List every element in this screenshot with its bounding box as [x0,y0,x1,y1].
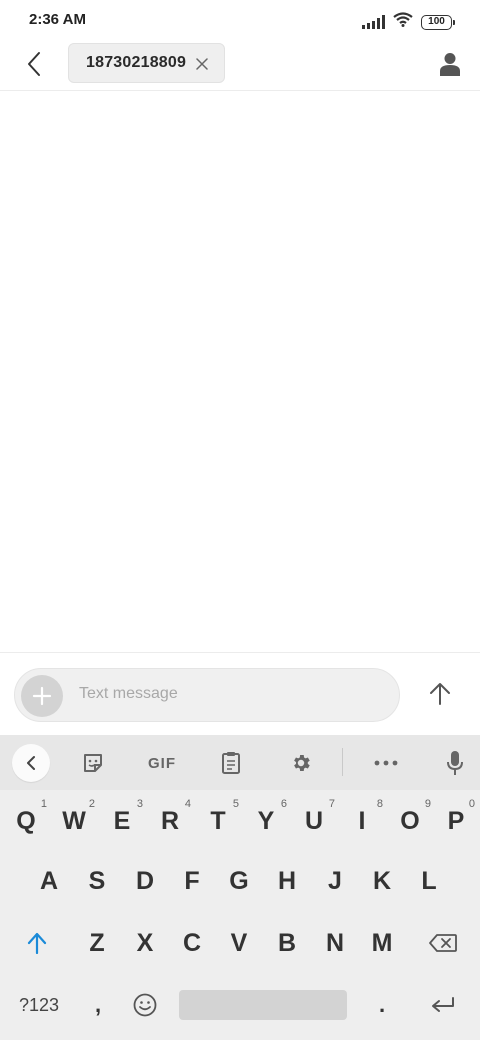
key-hint: 5 [232,798,239,810]
key-label: W [62,806,86,835]
key-u[interactable]: U7 [290,793,338,849]
clipboard-icon [222,752,240,774]
conversation-header: 18730218809 [0,40,480,91]
remove-recipient-button[interactable] [194,56,210,72]
status-bar: 2:36 AM 100 [0,0,480,40]
key-hint: 8 [376,798,383,810]
enter-key[interactable] [418,977,468,1033]
comma-key[interactable]: , [74,977,122,1033]
signal-icon [362,15,385,29]
person-icon [440,53,460,76]
recipient-number: 18730218809 [86,54,187,71]
enter-arrow-icon [432,997,454,1012]
key-label: T [210,806,226,835]
key-label: I [358,806,366,835]
sticker-button[interactable] [73,743,113,783]
key-m[interactable]: M [358,915,406,971]
message-thread [0,91,480,652]
key-q[interactable]: Q1 [2,793,50,849]
contact-button[interactable] [434,48,466,80]
key-label: P [447,806,465,835]
collapse-toolbar-button[interactable] [12,744,50,782]
more-horizontal-icon [374,760,398,766]
key-label: E [113,806,131,835]
battery-icon: 100 [421,14,455,30]
key-x[interactable]: X [121,915,169,971]
key-label: Q [16,806,36,835]
key-label: U [304,806,324,835]
status-icons: 100 [362,12,455,32]
key-f[interactable]: F [168,853,216,909]
key-d[interactable]: D [121,853,169,909]
period-key[interactable]: . [358,977,406,1033]
key-p[interactable]: P0 [434,793,478,849]
key-hint: 7 [328,798,335,810]
key-s[interactable]: S [73,853,121,909]
key-hint: 0 [468,798,475,810]
key-hint: 9 [424,798,431,810]
key-w[interactable]: W2 [50,793,98,849]
compose-field [14,668,400,722]
backspace-key[interactable] [418,915,468,971]
compose-bar [0,652,480,735]
keyboard-toolbar: GIF [0,735,480,790]
key-o[interactable]: O9 [386,793,434,849]
sticker-icon [84,754,102,772]
key-h[interactable]: H [263,853,311,909]
voice-input-button[interactable] [435,743,475,783]
key-l[interactable]: L [405,853,453,909]
key-hint: 6 [280,798,287,810]
key-t[interactable]: T5 [194,793,242,849]
key-hint: 1 [40,798,47,810]
keyboard: GIF Q1 W2 E 3 R 4 T 5 Y 6 U 7 I 8 O 9 P … [0,735,480,1040]
chevron-left-icon [28,52,40,76]
key-hint: 4 [184,798,191,810]
key-j[interactable]: J [311,853,359,909]
shift-key[interactable] [12,915,62,971]
add-attachment-button[interactable] [21,675,63,717]
gear-icon [294,755,310,771]
more-options-button[interactable] [366,743,406,783]
key-c[interactable]: C [168,915,216,971]
send-button[interactable] [424,678,456,710]
symbols-key[interactable]: ?123 [10,977,68,1033]
arrow-up-icon [430,683,450,705]
gif-button[interactable]: GIF [140,743,184,783]
toolbar-divider [342,748,343,776]
plus-icon [32,686,52,706]
key-n[interactable]: N [311,915,359,971]
key-e[interactable]: E3 [98,793,146,849]
close-icon [196,58,208,70]
key-k[interactable]: K [358,853,406,909]
chevron-left-icon [27,756,35,770]
back-button[interactable] [18,48,50,80]
settings-button[interactable] [281,743,321,783]
space-key[interactable] [179,990,347,1020]
key-a[interactable]: A [25,853,73,909]
wifi-icon [393,12,413,32]
key-z[interactable]: Z [73,915,121,971]
message-input[interactable] [79,685,379,703]
backspace-icon [429,934,457,952]
key-b[interactable]: B [263,915,311,971]
key-hint: 2 [88,798,95,810]
key-v[interactable]: V [215,915,263,971]
key-hint: 3 [136,798,143,810]
key-label: Y [257,806,275,835]
status-time: 2:36 AM [29,11,86,28]
recipient-chip[interactable]: 18730218809 [68,43,225,83]
key-g[interactable]: G [215,853,263,909]
microphone-icon [447,751,463,775]
key-label: O [400,806,420,835]
key-r[interactable]: R4 [146,793,194,849]
key-y[interactable]: Y6 [242,793,290,849]
emoji-key[interactable] [122,977,168,1033]
clipboard-button[interactable] [211,743,251,783]
smiley-icon [133,993,157,1017]
key-label: R [160,806,180,835]
key-i[interactable]: I8 [338,793,386,849]
shift-arrow-icon [27,932,47,954]
